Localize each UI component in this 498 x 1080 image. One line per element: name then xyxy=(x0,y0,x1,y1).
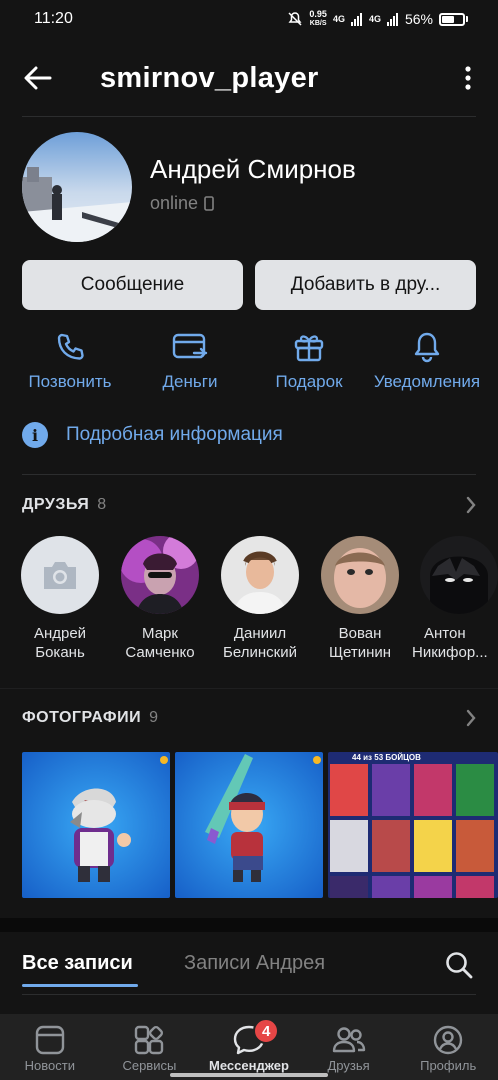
avatar xyxy=(420,536,498,614)
more-options-button[interactable] xyxy=(438,46,498,110)
active-tab-indicator xyxy=(22,984,138,987)
add-friend-button[interactable]: Добавить в дру... xyxy=(255,260,476,310)
profile-avatar[interactable] xyxy=(22,132,132,242)
home-indicator[interactable] xyxy=(170,1073,328,1077)
friends-title: ДРУЗЬЯ xyxy=(22,496,90,513)
bottom-navigation: Новости Сервисы Мессенджер 4 Друзья Проф… xyxy=(0,1014,498,1080)
photo-thumbnail[interactable]: 44 из 53 БОЙЦОВ xyxy=(328,752,498,898)
wall-search-button[interactable] xyxy=(444,950,474,985)
signal-icon-2 xyxy=(386,13,398,26)
unread-badge: 4 xyxy=(253,1018,280,1044)
tabs-divider xyxy=(22,994,476,995)
gift-action[interactable]: Подарок xyxy=(249,328,369,392)
status-bar: 11:20 0.95 KB/S 4G 4G 56% xyxy=(0,0,498,38)
tab-own-posts[interactable]: Записи Андрея xyxy=(184,952,325,975)
photos-title: ФОТОГРАФИИ xyxy=(22,709,142,726)
call-action[interactable]: Позвонить xyxy=(10,328,130,392)
friends-section-header[interactable]: ДРУЗЬЯ 8 xyxy=(22,496,476,514)
nav-messenger[interactable]: Мессенджер 4 xyxy=(199,1014,299,1080)
message-button[interactable]: Сообщение xyxy=(22,260,243,310)
friends-icon xyxy=(332,1027,365,1053)
more-vertical-icon xyxy=(465,66,471,90)
camera-icon xyxy=(44,562,76,589)
header: smirnov_player xyxy=(0,46,498,110)
profile-name: Андрей Смирнов xyxy=(150,154,356,184)
mobile-device-icon xyxy=(204,196,214,211)
nav-news[interactable]: Новости xyxy=(0,1014,100,1080)
money-action[interactable]: Деньги xyxy=(130,328,250,392)
status-icons: 0.95 KB/S 4G 4G 56% xyxy=(287,10,468,28)
photo-thumbnail[interactable] xyxy=(22,752,170,898)
friend-item[interactable]: Андрей Бокань xyxy=(12,536,108,662)
gift-icon xyxy=(294,335,324,362)
chevron-right-icon xyxy=(466,709,476,727)
photos-section-header[interactable]: ФОТОГРАФИИ 9 xyxy=(22,709,476,727)
page-title: smirnov_player xyxy=(100,61,319,94)
header-divider xyxy=(22,116,476,117)
nav-services[interactable]: Сервисы xyxy=(100,1014,200,1080)
profile-icon xyxy=(433,1025,463,1055)
mute-icon xyxy=(288,12,302,26)
battery-icon xyxy=(439,12,465,26)
search-icon xyxy=(446,952,473,979)
services-icon xyxy=(135,1025,164,1055)
status-time: 11:20 xyxy=(34,10,73,27)
back-button[interactable] xyxy=(0,46,76,110)
friend-item[interactable]: Даниил Белинский xyxy=(212,536,308,662)
info-divider xyxy=(22,474,476,475)
network-4g-2: 4G xyxy=(368,14,381,24)
money-transfer-icon xyxy=(172,333,208,359)
detailed-info-link[interactable]: i Подробная информация xyxy=(22,422,283,448)
bell-icon xyxy=(414,332,440,363)
avatar xyxy=(121,536,199,614)
notifications-action[interactable]: Уведомления xyxy=(365,328,489,392)
nav-friends[interactable]: Друзья xyxy=(299,1014,399,1080)
signal-icon xyxy=(350,13,362,26)
back-arrow-icon xyxy=(24,66,52,90)
friends-count: 8 xyxy=(97,496,107,513)
network-4g-1: 4G xyxy=(332,14,345,24)
info-icon: i xyxy=(22,422,48,448)
avatar xyxy=(221,536,299,614)
tab-all-posts[interactable]: Все записи xyxy=(22,952,133,975)
avatar xyxy=(21,536,99,614)
photo-caption: 44 из 53 БОЙЦОВ xyxy=(352,753,421,762)
friends-divider xyxy=(0,688,498,689)
net-speed: 0.95 KB/S xyxy=(309,9,327,28)
nav-profile[interactable]: Профиль xyxy=(398,1014,498,1080)
avatar xyxy=(321,536,399,614)
photo-thumbnail[interactable] xyxy=(175,752,323,898)
section-gap xyxy=(0,918,498,932)
phone-icon xyxy=(57,333,84,360)
friend-item[interactable]: Марк Самченко xyxy=(112,536,208,662)
photos-count: 9 xyxy=(149,709,158,726)
news-icon xyxy=(35,1025,64,1055)
online-status: online xyxy=(150,193,214,214)
chevron-right-icon xyxy=(466,496,476,514)
battery-level: 56% xyxy=(404,11,433,27)
friend-item[interactable]: Вован Щетинин xyxy=(312,536,408,662)
wall-tabs: Все записи Записи Андрея xyxy=(0,932,498,994)
friend-item[interactable]: Антон Никифор... xyxy=(412,536,498,662)
